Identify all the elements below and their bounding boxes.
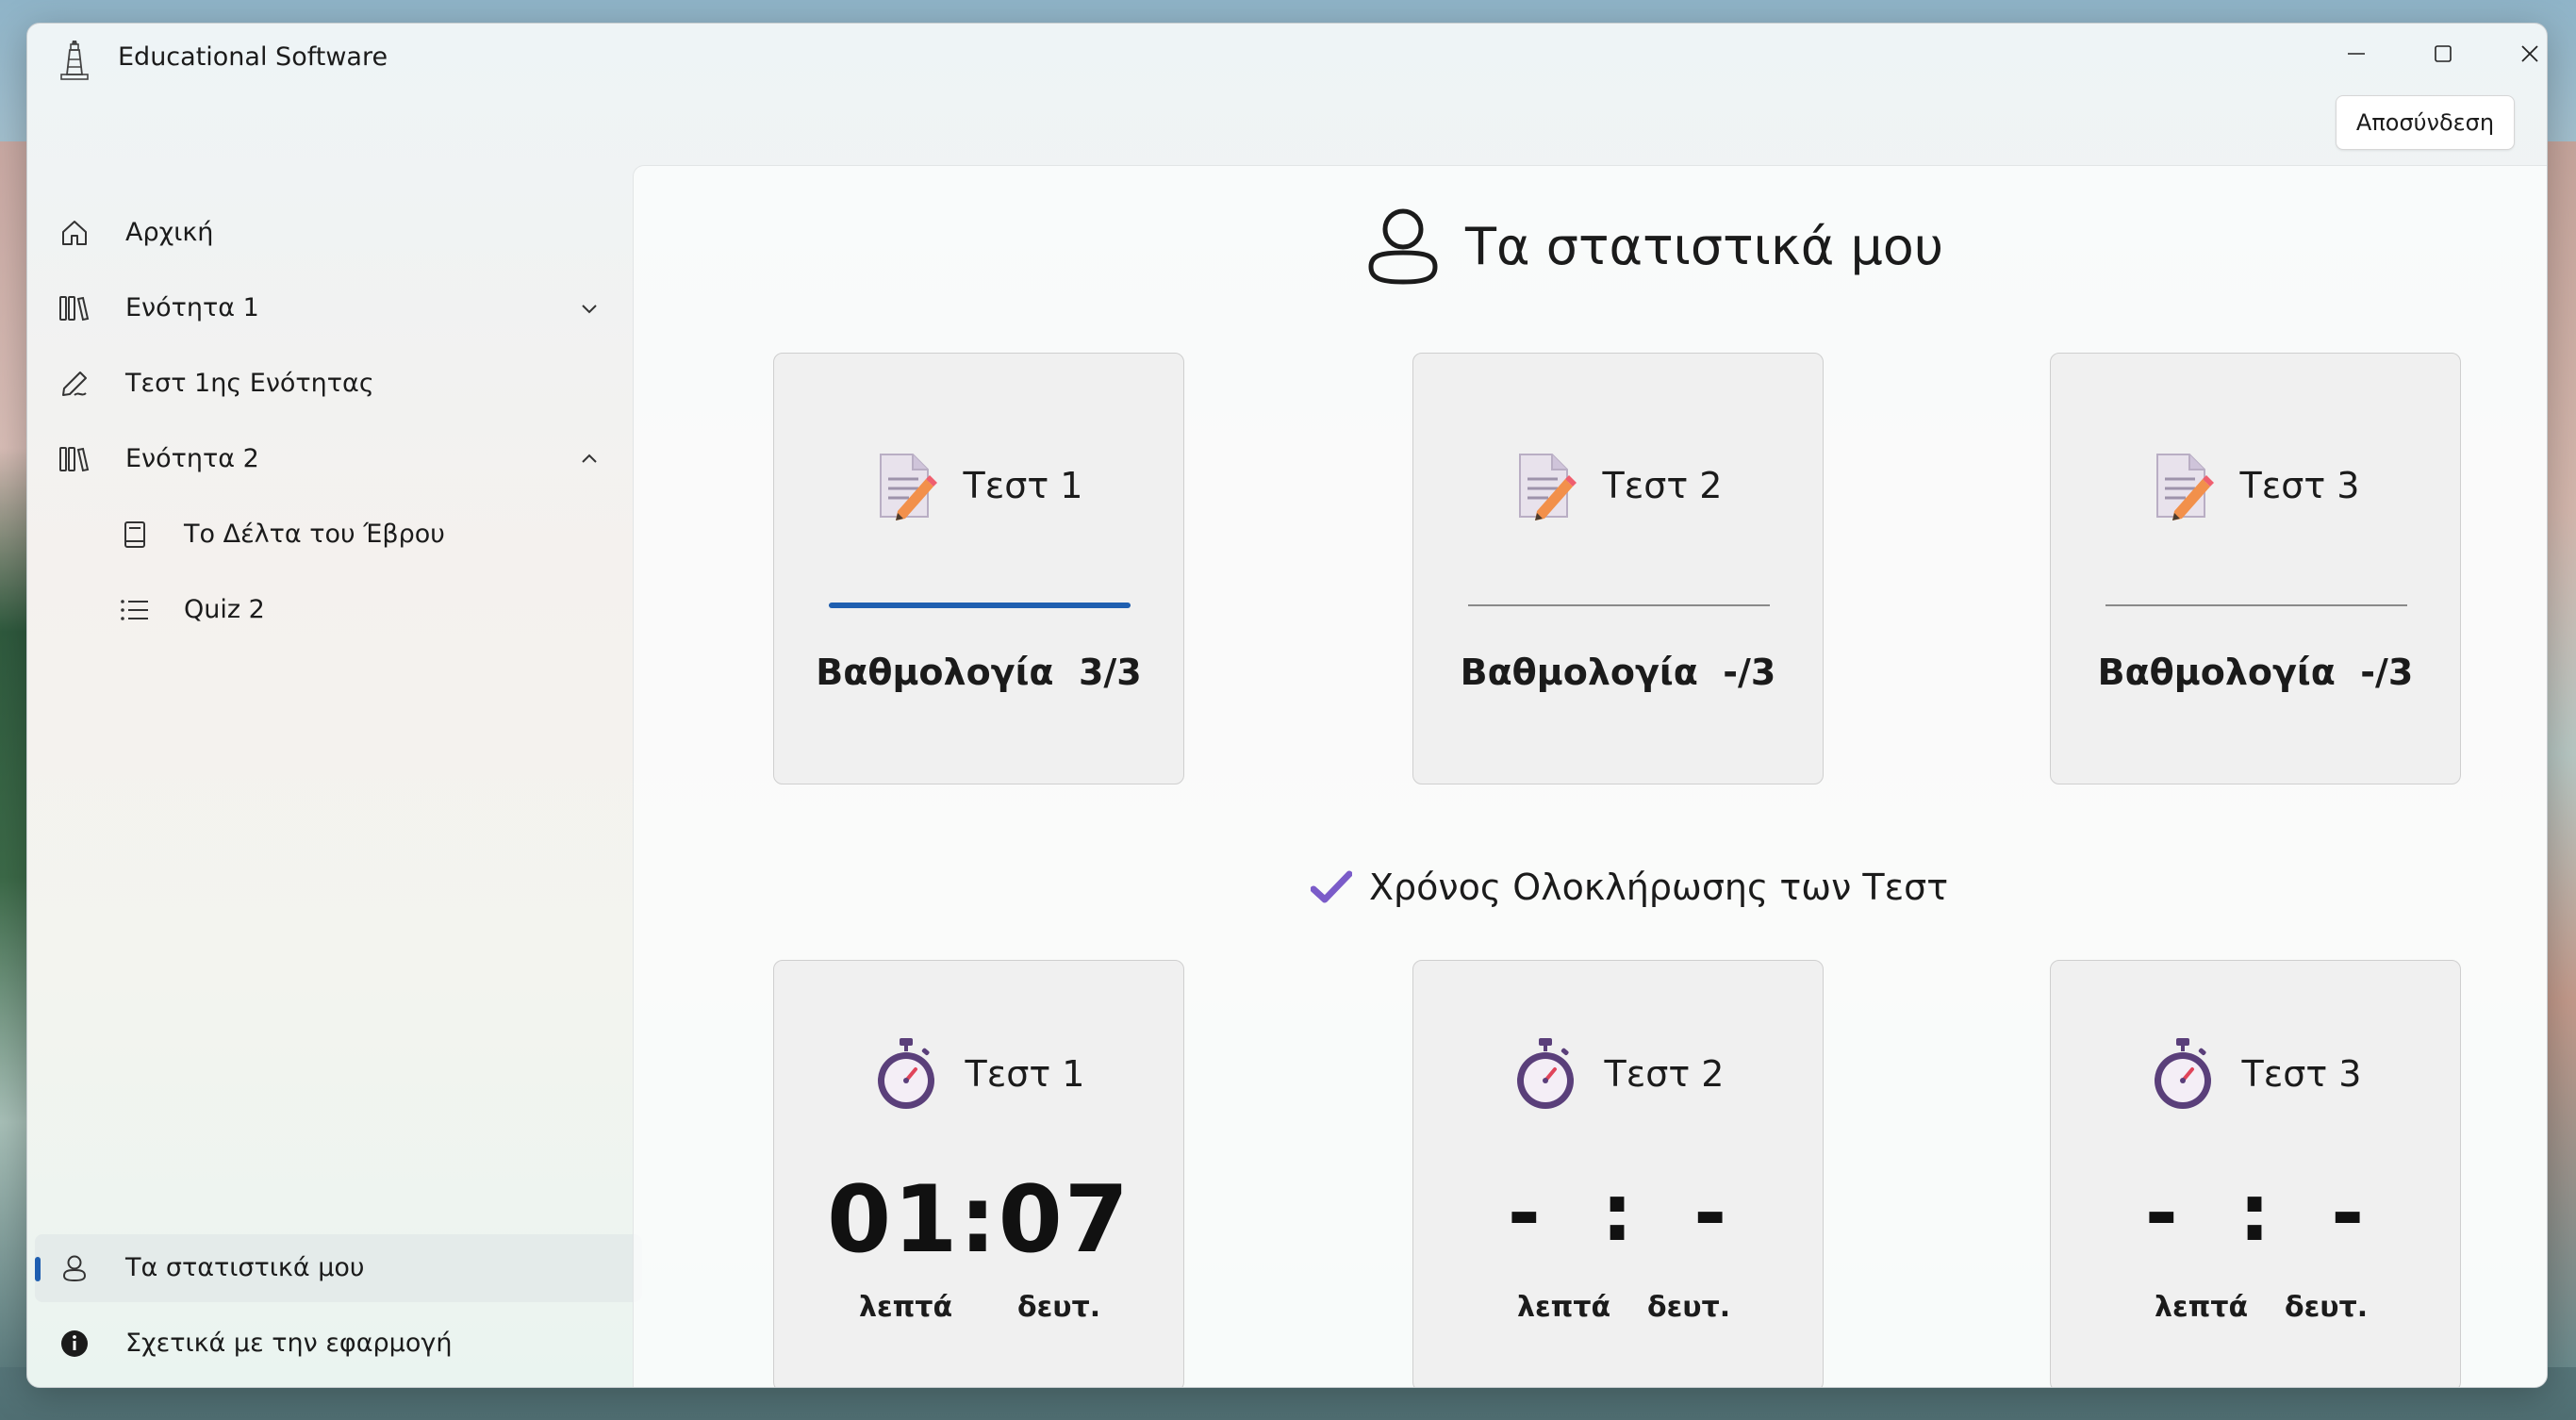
- card-title: Τεστ 3: [2241, 1053, 2362, 1095]
- time-display: - : -: [2144, 1166, 2367, 1259]
- sidebar-item-unit-1[interactable]: Ενότητα 1: [35, 274, 642, 342]
- minutes-label: λεπτά: [1517, 1291, 1611, 1324]
- score-text: Βαθμολογία 3/3: [774, 652, 1183, 693]
- card-header: Τεστ 2: [1413, 1036, 1823, 1112]
- sidebar-item-my-stats[interactable]: Τα στατιστικά μου: [35, 1234, 642, 1302]
- score-text: Βαθμολογία -/3: [2051, 652, 2460, 693]
- sidebar-item-test-unit-1[interactable]: Τεστ 1ης Ενότητας: [35, 350, 642, 418]
- card-title: Τεστ 3: [2239, 465, 2360, 506]
- time-seconds: -: [2331, 1166, 2367, 1259]
- time-minutes: 01: [827, 1166, 960, 1274]
- person-icon: [58, 1251, 91, 1285]
- maximize-icon: [2435, 45, 2452, 62]
- time-minutes: -: [2144, 1166, 2180, 1259]
- stopwatch-icon: [877, 1038, 934, 1109]
- close-icon: [2521, 45, 2538, 62]
- seconds-label: δευτ.: [2285, 1291, 2369, 1324]
- sidebar-item-home[interactable]: Αρχική: [35, 199, 642, 267]
- seconds-label: δευτ.: [1647, 1291, 1731, 1324]
- test-score-card: Τεστ 1 Βαθμολογία 3/3: [773, 353, 1184, 784]
- memo-icon: [1518, 454, 1577, 520]
- card-title: Τεστ 1: [963, 465, 1083, 506]
- close-button[interactable]: [2486, 24, 2547, 84]
- test-score-card: Τεστ 3 Βαθμολογία -/3: [2050, 353, 2461, 784]
- sidebar-item-unit-2[interactable]: Ενότητα 2: [35, 425, 642, 493]
- card-title: Τεστ 2: [1602, 465, 1723, 506]
- info-icon: [58, 1327, 91, 1361]
- minutes-label: λεπτά: [859, 1291, 953, 1324]
- test-time-card: Τεστ 3 - : - λεπτά δευτ.: [2050, 960, 2461, 1387]
- chevron-down-icon[interactable]: [576, 295, 603, 322]
- sidebar-item-label: Σχετικά με την εφαρμογή: [125, 1329, 453, 1358]
- memo-icon: [2155, 454, 2214, 520]
- card-header: Τεστ 3: [2051, 448, 2460, 523]
- sidebar-item-label: Ενότητα 2: [125, 444, 259, 473]
- desktop-background-left: [0, 141, 28, 1367]
- app-title: Educational Software: [118, 42, 388, 72]
- completion-time-header: Χρόνος Ολοκλήρωσης των Τεστ: [1311, 854, 1948, 920]
- score-value: 3/3: [1078, 652, 1142, 693]
- page-title: Τα στατιστικά μου: [1465, 216, 1944, 276]
- stopwatch-icon: [2154, 1038, 2211, 1109]
- seconds-label: δευτ.: [1017, 1291, 1101, 1324]
- sidebar-item-label: Τεστ 1ης Ενότητας: [125, 369, 374, 398]
- lighthouse-icon: [60, 41, 89, 80]
- test-score-card: Τεστ 2 Βαθμολογία -/3: [1412, 353, 1824, 784]
- time-display: 01:07: [827, 1166, 1131, 1274]
- app-window: Educational Software Αποσύνδεση Αρχική Ε…: [26, 23, 2548, 1388]
- person-icon: [1368, 208, 1438, 285]
- chevron-up-icon[interactable]: [576, 446, 603, 472]
- logout-button[interactable]: Αποσύνδεση: [2336, 95, 2515, 150]
- home-icon: [58, 216, 91, 250]
- books-icon: [58, 442, 91, 476]
- sidebar-item-label: Τα στατιστικά μου: [125, 1253, 365, 1282]
- title-bar[interactable]: Educational Software: [27, 24, 2547, 105]
- minimize-icon: [2348, 53, 2365, 55]
- card-header: Τεστ 1: [774, 448, 1183, 523]
- sidebar-item-about[interactable]: Σχετικά με την εφαρμογή: [35, 1310, 642, 1378]
- score-progress-bar: [2105, 604, 2407, 606]
- time-seconds: 07: [998, 1166, 1131, 1274]
- sidebar-item-label: Αρχική: [125, 218, 214, 247]
- card-header: Τεστ 3: [2051, 1036, 2460, 1112]
- memo-icon: [879, 454, 937, 520]
- pen-icon: [58, 367, 91, 401]
- score-label: Βαθμολογία: [1460, 652, 1698, 693]
- score-label: Βαθμολογία: [816, 652, 1054, 693]
- time-display: - : -: [1507, 1166, 1729, 1259]
- score-label: Βαθμολογία: [2097, 652, 2336, 693]
- minutes-label: λεπτά: [2155, 1291, 2249, 1324]
- time-minutes: -: [1507, 1166, 1543, 1259]
- card-header: Τεστ 2: [1413, 448, 1823, 523]
- score-value: -/3: [2360, 652, 2414, 693]
- test-time-card: Τεστ 1 01:07 λεπτά δευτ.: [773, 960, 1184, 1387]
- book-icon: [118, 518, 152, 552]
- score-text: Βαθμολογία -/3: [1413, 652, 1823, 693]
- maximize-button[interactable]: [2400, 24, 2486, 84]
- score-progress-bar: [1468, 604, 1770, 606]
- sidebar-item-label: Ενότητα 1: [125, 293, 259, 322]
- stopwatch-icon: [1516, 1038, 1574, 1109]
- list-icon: [118, 593, 152, 627]
- sidebar-item-evros-delta[interactable]: Το Δέλτα του Έβρου: [35, 501, 642, 569]
- score-value: -/3: [1723, 652, 1776, 693]
- card-title: Τεστ 1: [965, 1053, 1085, 1095]
- test-time-card: Τεστ 2 - : - λεπτά δευτ.: [1412, 960, 1824, 1387]
- section-title: Χρόνος Ολοκλήρωσης των Τεστ: [1369, 867, 1949, 908]
- sidebar-item-quiz-2[interactable]: Quiz 2: [35, 576, 642, 644]
- main-content: Τα στατιστικά μου Τεστ 1 Βαθμολογία 3/3: [633, 165, 2547, 1387]
- check-icon: [1311, 870, 1352, 903]
- card-title: Τεστ 2: [1604, 1053, 1725, 1095]
- books-icon: [58, 291, 91, 325]
- desktop-background-right: [2546, 141, 2576, 1367]
- card-header: Τεστ 1: [774, 1036, 1183, 1112]
- sidebar-item-label: Quiz 2: [184, 595, 265, 624]
- time-seconds: -: [1693, 1166, 1729, 1259]
- page-header: Τα στατιστικά μου: [1365, 194, 1943, 298]
- sidebar-item-label: Το Δέλτα του Έβρου: [184, 520, 445, 549]
- score-progress-fill: [829, 603, 1131, 608]
- minimize-button[interactable]: [2313, 24, 2400, 84]
- score-progress-bar: [829, 603, 1131, 608]
